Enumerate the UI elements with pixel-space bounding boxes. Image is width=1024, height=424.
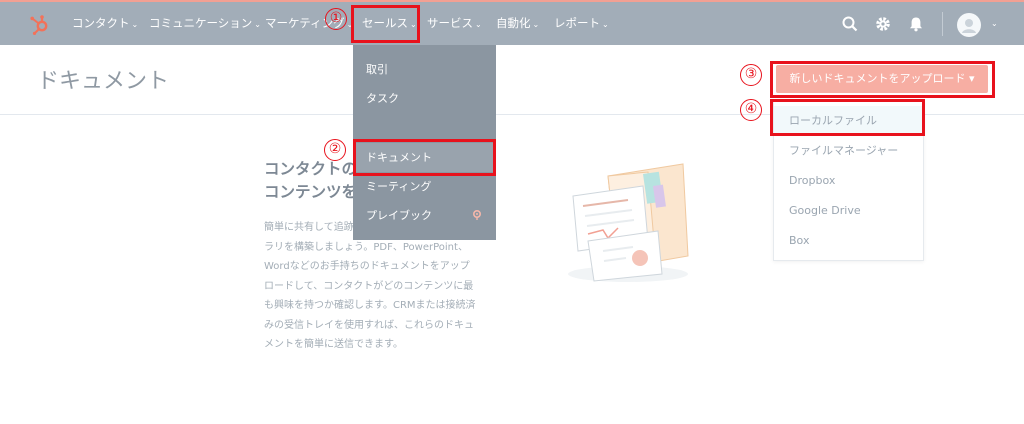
chevron-down-icon: ⌄ [131,20,139,29]
annotation-number-2: ② [324,139,346,161]
annotation-box-local-file [770,99,925,136]
documents-illustration [568,163,689,282]
annotation-box-upload-button [770,61,995,98]
upload-option-google-drive[interactable]: Google Drive [774,196,923,225]
location-pin-icon [473,210,481,220]
search-icon[interactable] [841,15,859,33]
upload-option-file-manager[interactable]: ファイルマネージャー [774,136,923,165]
nav-contacts[interactable]: コンタクト ⌄ [72,2,138,45]
gear-icon[interactable] [874,15,892,33]
avatar[interactable] [957,13,981,37]
nav-communication[interactable]: コミュニケーション ⌄ [149,2,261,45]
annotation-number-1: ① [325,8,347,30]
chevron-down-icon: ⌄ [602,20,609,29]
upload-option-dropbox[interactable]: Dropbox [774,166,923,195]
annotation-number-3: ③ [740,64,762,86]
annotation-box-sales [351,5,420,43]
sales-menu-item-meetings[interactable]: ミーティング [353,172,496,201]
nav-automation[interactable]: 自動化 ⌄ [496,2,539,45]
annotation-box-documents [353,139,496,176]
chevron-down-icon: ⌄ [254,20,261,29]
chevron-down-icon: ⌄ [475,20,482,29]
chevron-down-icon: ⌄ [532,20,540,29]
sales-menu-item-deals[interactable]: 取引 [353,55,496,84]
sales-menu-item-tasks[interactable]: タスク [353,84,496,113]
page-title: ドキュメント [37,69,170,94]
empty-state-title: コンタクトの コンテンツを [264,160,358,201]
nav-divider [942,12,943,36]
top-navbar: コンタクト ⌄ コミュニケーション ⌄ マーケティング ⌄ セールス ⌄ サービス ⌄ 自… [0,2,1024,45]
user-icon [962,19,976,33]
chevron-down-icon[interactable]: ⌄ [991,15,998,33]
annotation-number-4: ④ [740,99,762,121]
bell-icon[interactable] [907,15,925,33]
nav-service[interactable]: サービス ⌄ [427,2,482,45]
sales-menu-item-playbooks[interactable]: プレイブック [353,201,496,230]
upload-option-box[interactable]: Box [774,226,923,255]
nav-reports[interactable]: レポート ⌄ [554,2,609,45]
hubspot-logo-icon[interactable] [28,14,50,36]
